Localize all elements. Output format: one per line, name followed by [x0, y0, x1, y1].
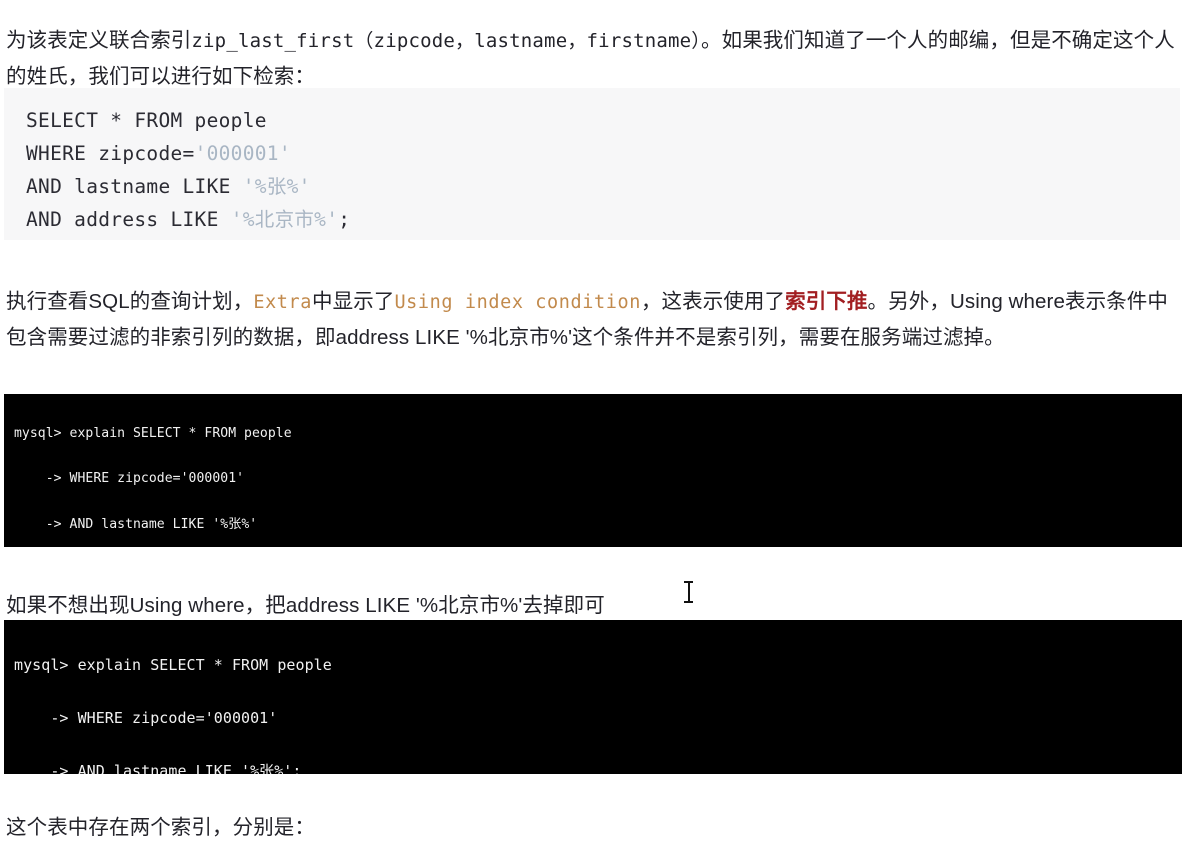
paragraph-explain-seg-3: ，这表示使用了	[640, 289, 786, 313]
paragraph-explain-seg-2: 中显示了	[312, 289, 395, 313]
terminal-line: -> AND lastname LIKE '%张%';	[14, 761, 302, 774]
text-cursor-ibeam	[684, 581, 693, 603]
sql-string-literal: '000001'	[194, 142, 291, 165]
sql-code-block: SELECT * FROM people WHERE zipcode='0000…	[4, 88, 1180, 240]
paragraph-two-indexes: 这个表中存在两个索引，分别是：	[6, 810, 1106, 845]
terminal-output-explain-with-address: mysql> explain SELECT * FROM people -> W…	[4, 394, 1182, 547]
inline-code-extra: Extra	[253, 291, 313, 313]
terminal-output-explain-without-address: mysql> explain SELECT * FROM people -> W…	[4, 620, 1182, 774]
terminal-line: mysql> explain SELECT * FROM people	[14, 656, 332, 675]
sql-code-line: AND address LIKE '%北京市%';	[26, 203, 1180, 236]
sql-code-line: WHERE zipcode='000001'	[26, 137, 1180, 170]
ibeam-bar	[688, 581, 690, 603]
paragraph-remove-address-text: 如果不想出现Using where，把address LIKE '%北京市%'去…	[6, 593, 605, 617]
terminal-line: -> WHERE zipcode='000001'	[14, 708, 278, 727]
terminal-line: -> AND lastname LIKE '%张%'	[14, 516, 258, 532]
sql-code-line: AND lastname LIKE '%张%'	[26, 170, 1180, 203]
paragraph-intro-text-before: 为该表定义联合索引	[6, 28, 192, 52]
ibeam-cap-bottom	[684, 601, 693, 603]
paragraph-two-indexes-text: 这个表中存在两个索引，分别是：	[6, 815, 315, 839]
sql-code-text: SELECT * FROM people	[26, 109, 267, 132]
paragraph-remove-address-hint: 如果不想出现Using where，把address LIKE '%北京市%'去…	[6, 588, 1106, 623]
terminal-line: -> WHERE zipcode='000001'	[14, 471, 245, 487]
paragraph-intro: 为该表定义联合索引zip_last_first（zipcode，lastname…	[6, 23, 1184, 94]
sql-code-text: AND address LIKE	[26, 208, 231, 231]
sql-code-suffix: ;	[338, 208, 351, 231]
terminal-line: mysql> explain SELECT * FROM people	[14, 426, 292, 442]
article-page: 为该表定义联合索引zip_last_first（zipcode，lastname…	[0, 0, 1190, 839]
sql-string-literal: '%张%'	[242, 175, 311, 198]
paragraph-explain-notes: 执行查看SQL的查询计划，Extra中显示了Using index condit…	[6, 284, 1184, 355]
sql-string-literal: '%北京市%'	[230, 208, 339, 231]
inline-code-using-index-condition: Using index condition	[394, 291, 641, 313]
sql-code-text: AND lastname LIKE	[26, 175, 243, 198]
paragraph-intro-index-name: zip_last_first（zipcode，lastname，firstnam…	[191, 29, 701, 52]
sql-code-line: SELECT * FROM people	[26, 104, 1180, 137]
paragraph-explain-seg-1: 执行查看SQL的查询计划，	[6, 289, 254, 313]
highlight-index-condition-pushdown: 索引下推	[785, 289, 868, 313]
sql-code-text: WHERE zipcode=	[26, 142, 195, 165]
